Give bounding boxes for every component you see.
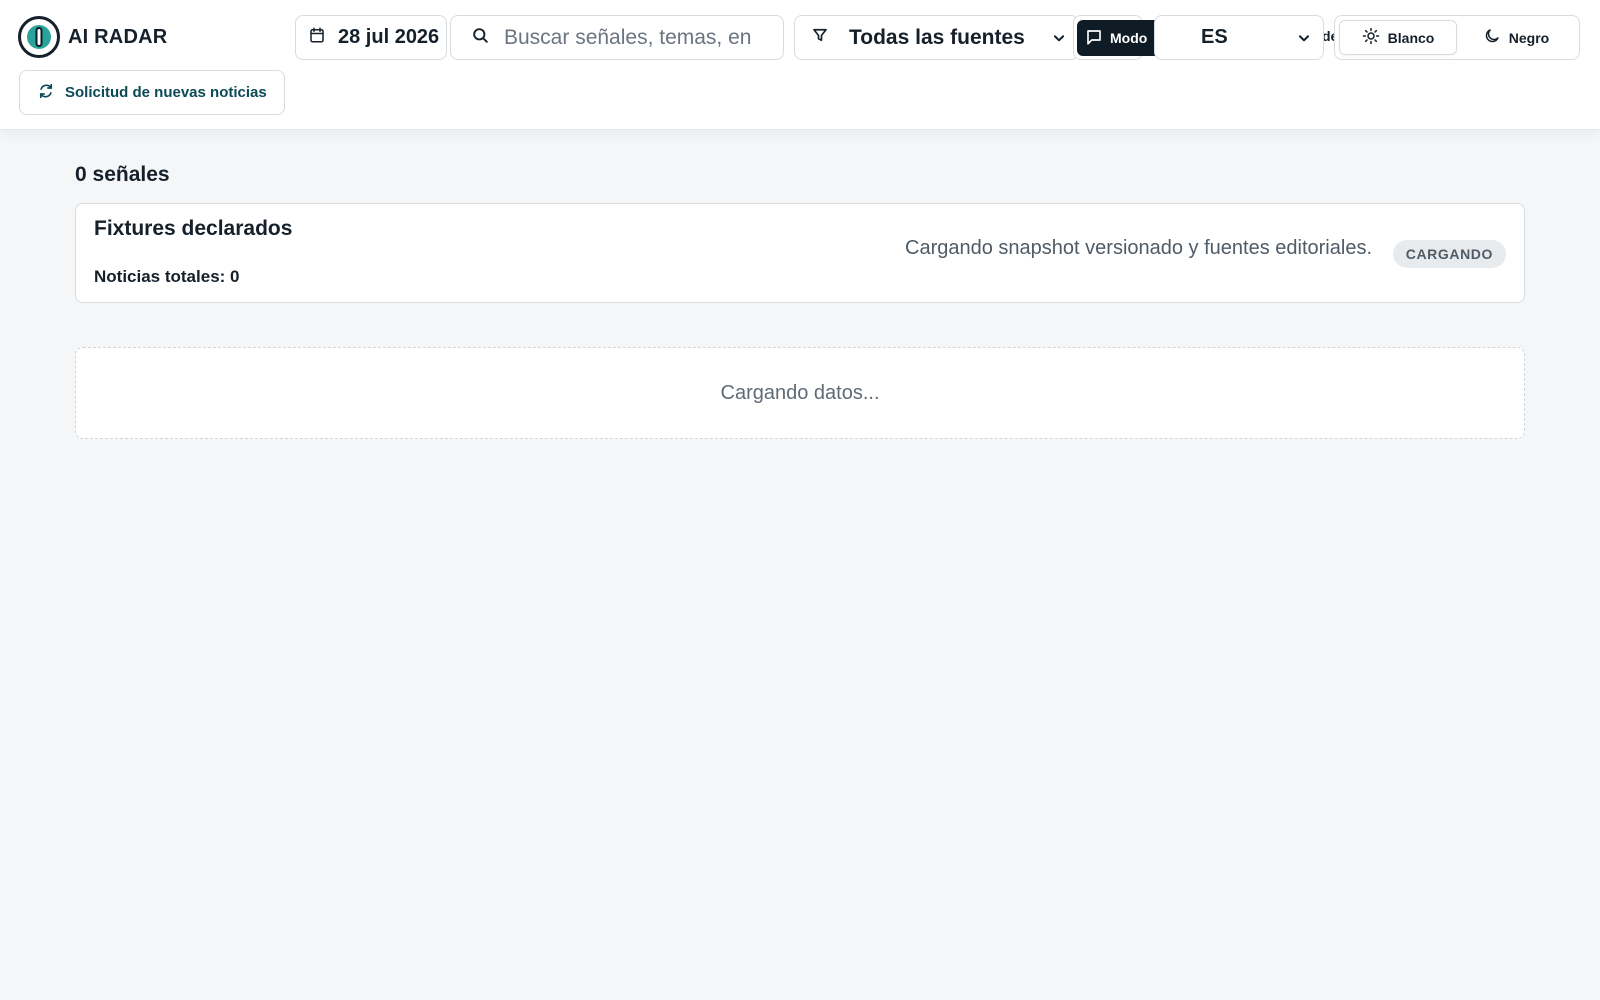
moon-icon	[1483, 27, 1501, 48]
sun-icon	[1362, 27, 1380, 48]
mode-label: Modo	[1110, 30, 1148, 46]
source-filter-value: Todas las fuentes	[849, 25, 1025, 49]
brand[interactable]: AI RADAR	[18, 16, 167, 58]
date-value: 28 jul 2026	[338, 26, 440, 48]
status-badge: CARGANDO	[1392, 240, 1506, 268]
chat-bubble-icon	[1085, 28, 1103, 49]
card-title: Fixtures declarados	[94, 217, 293, 240]
refresh-news-button[interactable]: Solicitud de nuevas noticias	[19, 70, 285, 115]
chevron-down-icon	[1052, 31, 1066, 50]
mode-button[interactable]: Modo	[1077, 20, 1165, 56]
search-box[interactable]	[450, 15, 784, 60]
total-news-count: Noticias totales: 0	[94, 267, 240, 286]
loading-text: Cargando datos...	[720, 381, 880, 404]
card-status-text: Cargando snapshot versionado y fuentes e…	[905, 237, 1372, 259]
theme-dark-button[interactable]: Negro	[1457, 20, 1575, 55]
source-filter-select[interactable]: Todas las fuentes	[794, 15, 1079, 60]
fixtures-card: Fixtures declarados Noticias totales: 0 …	[75, 203, 1525, 303]
radar-logo-icon	[18, 16, 60, 58]
calendar-icon	[308, 26, 326, 49]
date-picker[interactable]: 28 jul 2026	[295, 15, 447, 60]
language-value: ES	[1201, 26, 1228, 48]
filter-icon	[811, 26, 829, 49]
refresh-news-label: Solicitud de nuevas noticias	[65, 84, 267, 101]
app-title: AI RADAR	[68, 25, 168, 48]
theme-light-label: Blanco	[1387, 29, 1435, 46]
refresh-icon	[37, 82, 55, 104]
language-select[interactable]: ES	[1154, 15, 1324, 60]
theme-switcher: Blanco Negro	[1334, 15, 1580, 60]
search-input[interactable]	[504, 25, 774, 50]
chevron-down-icon	[1297, 31, 1311, 50]
theme-dark-label: Negro	[1508, 29, 1550, 46]
loading-placeholder: Cargando datos...	[75, 347, 1525, 439]
top-header: AI RADAR 28 jul 2026 Todas las fuentes	[0, 0, 1600, 130]
search-icon	[471, 26, 490, 50]
signal-count: 0 señales	[75, 163, 170, 186]
theme-light-button[interactable]: Blanco	[1339, 20, 1457, 55]
